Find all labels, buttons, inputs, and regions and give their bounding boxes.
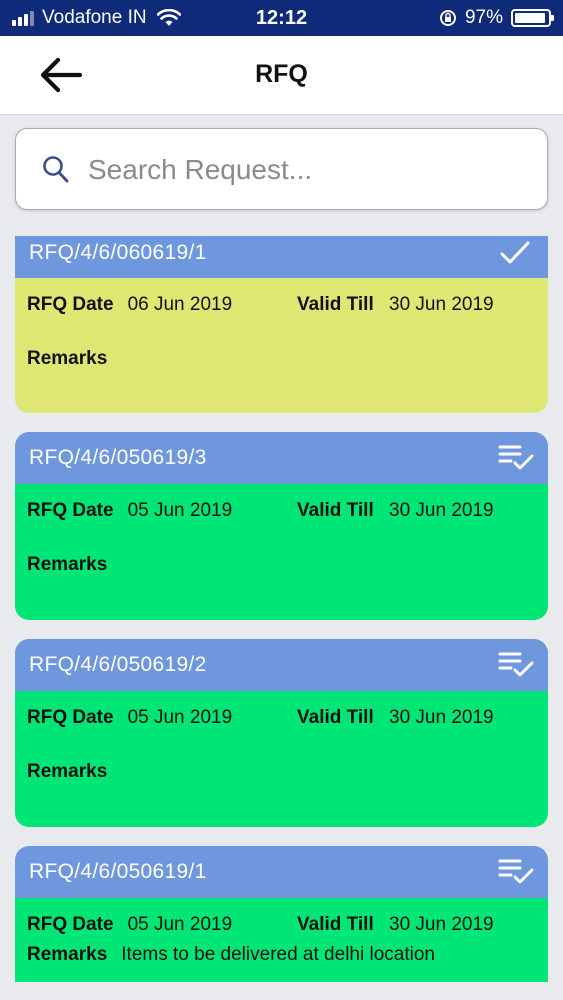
remarks-label: Remarks: [27, 348, 108, 369]
page-title: RFQ: [255, 60, 308, 88]
valid-till-label: Valid Till: [297, 707, 374, 728]
rfq-list: RFQ/4/6/060619/1 RFQ Date 06 Jun 2019 Val…: [0, 236, 563, 982]
review-button[interactable]: [498, 856, 534, 888]
rfq-number: RFQ/4/6/060619/1: [29, 241, 207, 264]
rfq-date-label: RFQ Date: [27, 914, 114, 935]
rfq-card[interactable]: RFQ/4/6/050619/3 RFQ Date 05 Jun 2019 Val…: [15, 432, 548, 620]
rfq-card[interactable]: RFQ/4/6/050619/1 RFQ Date 05 Jun 2019 Val…: [15, 846, 548, 982]
card-header: RFQ/4/6/050619/1: [15, 846, 548, 898]
rfq-date-value: 05 Jun 2019: [127, 914, 233, 935]
check-icon: [500, 241, 530, 264]
rfq-card[interactable]: RFQ/4/6/050619/2 RFQ Date 05 Jun 2019 Val…: [15, 639, 548, 827]
remarks-label: Remarks: [27, 554, 108, 575]
status-right: 97%: [439, 7, 554, 29]
search-icon: [43, 156, 69, 183]
rfq-date-value: 05 Jun 2019: [127, 707, 233, 728]
card-header: RFQ/4/6/050619/2: [15, 639, 548, 691]
valid-till-label: Valid Till: [297, 294, 374, 315]
card-header: RFQ/4/6/050619/3: [15, 432, 548, 484]
rfq-date-label: RFQ Date: [27, 707, 114, 728]
valid-till-value: 30 Jun 2019: [389, 707, 494, 728]
rfq-card[interactable]: RFQ/4/6/060619/1 RFQ Date 06 Jun 2019 Val…: [15, 236, 548, 413]
bottom-edge: [0, 982, 563, 1000]
card-body: RFQ Date 05 Jun 2019 Valid Till 30 Jun 20…: [15, 691, 548, 827]
rfq-date-label: RFQ Date: [27, 294, 114, 315]
status-bar: Vodafone IN 12:12 97%: [0, 0, 563, 36]
approve-button[interactable]: [498, 238, 532, 270]
rfq-number: RFQ/4/6/050619/2: [29, 653, 207, 676]
battery-icon: [511, 9, 554, 27]
search-input[interactable]: [86, 147, 530, 193]
search-box[interactable]: [15, 128, 548, 210]
valid-till-value: 30 Jun 2019: [389, 294, 494, 315]
valid-till-value: 30 Jun 2019: [389, 500, 494, 521]
battery-percent: 97%: [464, 7, 503, 28]
remarks-value: Items to be delivered at delhi location: [121, 944, 435, 965]
rfq-date-value: 05 Jun 2019: [127, 500, 233, 521]
rfq-date-value: 06 Jun 2019: [127, 294, 233, 315]
valid-till-label: Valid Till: [297, 914, 374, 935]
remarks-label: Remarks: [27, 944, 108, 965]
valid-till-value: 30 Jun 2019: [389, 914, 494, 935]
card-body: RFQ Date 05 Jun 2019 Valid Till 30 Jun 20…: [15, 898, 548, 982]
review-button[interactable]: [498, 442, 534, 474]
playlist-check-icon: [498, 652, 534, 677]
nav-bar: RFQ: [0, 36, 563, 115]
valid-till-label: Valid Till: [297, 500, 374, 521]
card-body: RFQ Date 06 Jun 2019 Valid Till 30 Jun 20…: [15, 278, 548, 413]
playlist-check-icon: [498, 859, 534, 884]
rfq-date-label: RFQ Date: [27, 500, 114, 521]
card-header: RFQ/4/6/060619/1: [15, 236, 548, 278]
orientation-lock-icon: [439, 10, 456, 26]
rfq-number: RFQ/4/6/050619/1: [29, 860, 207, 883]
review-button[interactable]: [498, 649, 534, 681]
rfq-number: RFQ/4/6/050619/3: [29, 446, 207, 469]
remarks-label: Remarks: [27, 761, 108, 782]
card-body: RFQ Date 05 Jun 2019 Valid Till 30 Jun 20…: [15, 484, 548, 620]
playlist-check-icon: [498, 445, 534, 470]
